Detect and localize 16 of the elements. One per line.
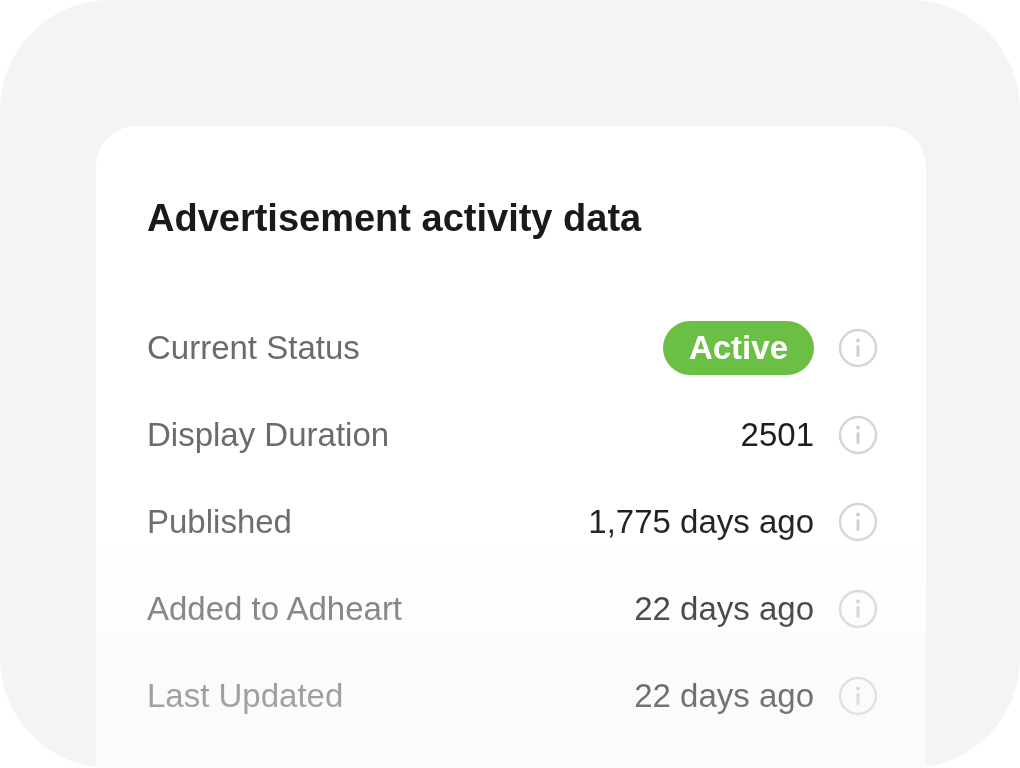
row-label: Added to Adheart <box>147 589 404 628</box>
info-icon[interactable] <box>838 414 878 455</box>
row-value: 1,775 days ago <box>588 502 814 541</box>
row-label: Current Status <box>147 328 361 367</box>
row-value: 22 days ago <box>634 676 814 715</box>
info-icon[interactable] <box>838 501 878 542</box>
row-label: Last Updated <box>147 676 345 715</box>
card-title: Advertisement activity data <box>147 196 643 241</box>
info-icon[interactable] <box>838 588 878 629</box>
info-icon[interactable] <box>838 327 878 368</box>
row-value: 22 days ago <box>634 589 814 628</box>
row-label: Display Duration <box>147 415 391 454</box>
row-value: 2501 <box>740 415 814 454</box>
info-icon[interactable] <box>838 675 878 716</box>
status-badge: Active <box>662 320 814 375</box>
row-label: Published <box>147 502 293 541</box>
